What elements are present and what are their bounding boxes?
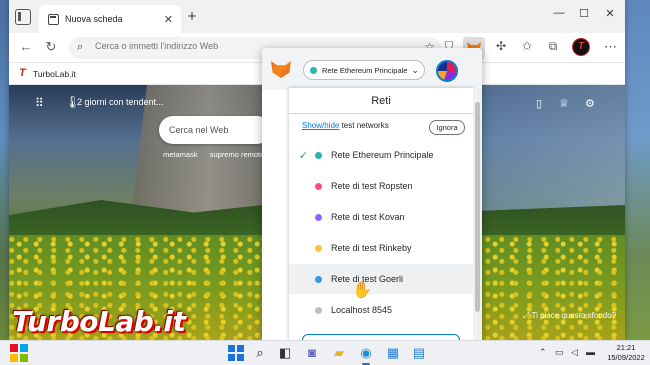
new-tab-page-icon bbox=[48, 13, 59, 25]
divider bbox=[289, 113, 473, 114]
rewards-icon[interactable]: ♕ bbox=[559, 97, 569, 110]
notepad-icon[interactable]: ▤ bbox=[410, 344, 428, 362]
desktop-background-right bbox=[625, 0, 650, 340]
maximize-button[interactable]: ☐ bbox=[575, 7, 593, 20]
ignore-button[interactable]: Ignora bbox=[429, 120, 465, 135]
metamask-popup: Rete Ethereum Principale ⌄ Reti Show/hid… bbox=[262, 48, 482, 340]
network-item-label: Rete Ethereum Principale bbox=[331, 150, 434, 160]
edge-browser-icon[interactable]: ◉ bbox=[357, 344, 375, 362]
network-item[interactable]: Localhost 8545 bbox=[289, 295, 473, 325]
close-window-button[interactable]: ✕ bbox=[601, 7, 619, 20]
popup-scrollbar[interactable] bbox=[473, 88, 482, 340]
taskbar: ⌕ ◧ ◙ ▰ ◉ ▦ ▤ ⌃ ▭ ◁ ▬ 21:21 15/09/2022 bbox=[0, 340, 650, 365]
turbolab-watermark: TurboLab.it bbox=[12, 305, 186, 338]
network-color-dot bbox=[315, 306, 322, 314]
network-selector-label: Rete Ethereum Principale bbox=[322, 65, 408, 75]
network-color-dot bbox=[315, 275, 322, 283]
extensions-puzzle-icon[interactable]: ✣ bbox=[492, 39, 510, 53]
tab-new-tab[interactable]: Nuova scheda ✕ bbox=[39, 5, 181, 33]
store-icon[interactable]: ▦ bbox=[384, 344, 402, 362]
show-hide-suffix: test networks bbox=[339, 121, 389, 130]
tab-actions-icon[interactable] bbox=[15, 9, 31, 25]
photo-caption-link[interactable]: ⤢ Ti piace questo sfondo? bbox=[523, 311, 616, 321]
file-explorer-icon[interactable]: ▰ bbox=[330, 344, 348, 362]
network-color-dot bbox=[315, 182, 322, 190]
app-launcher-icon[interactable]: ⠿ bbox=[35, 96, 44, 110]
network-list-title: Reti bbox=[371, 95, 391, 107]
chevron-up-icon[interactable]: ⌃ bbox=[539, 347, 547, 358]
minimize-button[interactable]: — bbox=[550, 7, 568, 19]
scrollbar-thumb[interactable] bbox=[475, 102, 480, 312]
windows-flag-icon bbox=[10, 344, 28, 362]
title-bar: Nuova scheda ✕ + — ☐ ✕ bbox=[9, 0, 625, 33]
network-color-dot bbox=[315, 244, 322, 252]
network-item[interactable]: Rete di test Ropsten bbox=[289, 171, 473, 201]
search-icon[interactable]: ⌕ bbox=[251, 344, 269, 362]
network-item-label: Rete di test Kovan bbox=[331, 212, 405, 222]
quick-link-metamask[interactable]: metamask bbox=[163, 150, 198, 159]
metamask-header: Rete Ethereum Principale ⌄ bbox=[262, 48, 482, 90]
network-item[interactable]: Rete di test Goerli bbox=[289, 264, 473, 294]
photo-caption-text: Ti piace questo sfondo? bbox=[531, 311, 617, 320]
network-item-label: Rete di test Ropsten bbox=[331, 181, 413, 191]
network-item[interactable]: Rete di test Rinkeby bbox=[289, 233, 473, 263]
desktop-background-left bbox=[0, 0, 9, 340]
more-options-icon[interactable]: ⋯ bbox=[604, 39, 617, 55]
network-selector[interactable]: Rete Ethereum Principale ⌄ bbox=[303, 60, 425, 80]
profile-avatar[interactable]: T bbox=[572, 38, 590, 56]
background-sky bbox=[479, 85, 625, 215]
show-hide-test-networks: Show/hide test networks bbox=[302, 121, 389, 130]
quick-links: metamask supremo remote bbox=[163, 150, 274, 159]
web-search-placeholder: Cerca nel Web bbox=[169, 125, 229, 135]
network-item-label: Localhost 8545 bbox=[331, 305, 393, 315]
network-color-dot bbox=[315, 213, 322, 221]
network-item-label: Rete di test Rinkeby bbox=[331, 243, 412, 253]
new-tab-button[interactable]: + bbox=[183, 8, 201, 25]
collections-icon[interactable]: ⧉ bbox=[544, 39, 562, 54]
chat-icon[interactable]: ◙ bbox=[303, 344, 321, 362]
show-hide-link[interactable]: Show/hide bbox=[302, 121, 339, 130]
tab-close-icon[interactable]: ✕ bbox=[164, 13, 173, 26]
search-icon: ⌕ bbox=[77, 41, 84, 53]
chevron-down-icon: ⌄ bbox=[411, 64, 419, 75]
favorites-star-icon[interactable]: ✩ bbox=[518, 39, 536, 53]
volume-icon[interactable]: ◁ bbox=[571, 347, 578, 358]
phone-icon[interactable]: ▯ bbox=[536, 97, 542, 110]
page-settings-icon[interactable]: ⚙ bbox=[585, 97, 595, 110]
quick-link-supremo[interactable]: supremo remote bbox=[210, 150, 265, 159]
network-list-dropdown: Reti Show/hide test networks Ignora ✓ Ret… bbox=[289, 88, 473, 340]
task-view-icon[interactable]: ◧ bbox=[276, 344, 294, 362]
back-arrow-icon[interactable]: ← bbox=[17, 39, 35, 54]
network-status-dot bbox=[310, 66, 317, 74]
weather-text[interactable]: 2 giorni con tendent... bbox=[77, 97, 164, 107]
favorite-turbolab-link[interactable]: TurboLab.it bbox=[33, 69, 76, 79]
turbolab-favicon: T bbox=[19, 67, 26, 79]
refresh-icon[interactable]: ↻ bbox=[42, 39, 60, 55]
start-button[interactable] bbox=[227, 344, 245, 362]
tab-title: Nuova scheda bbox=[65, 14, 123, 24]
clock-date: 15/09/2022 bbox=[607, 353, 645, 362]
taskbar-clock[interactable]: 21:21 15/09/2022 bbox=[604, 343, 648, 363]
hand-cursor-icon bbox=[352, 280, 372, 300]
web-search-box[interactable]: Cerca nel Web bbox=[159, 116, 271, 144]
metamask-logo-icon bbox=[271, 61, 291, 78]
network-color-dot bbox=[315, 151, 322, 159]
account-avatar[interactable] bbox=[436, 60, 458, 82]
network-item[interactable]: ✓ Rete Ethereum Principale bbox=[289, 140, 473, 170]
battery-icon[interactable]: ▬ bbox=[586, 347, 595, 357]
network-icon[interactable]: ▭ bbox=[555, 347, 564, 358]
network-item[interactable]: Rete di test Kovan bbox=[289, 202, 473, 232]
clock-time: 21:21 bbox=[616, 343, 636, 352]
check-icon: ✓ bbox=[298, 149, 308, 162]
